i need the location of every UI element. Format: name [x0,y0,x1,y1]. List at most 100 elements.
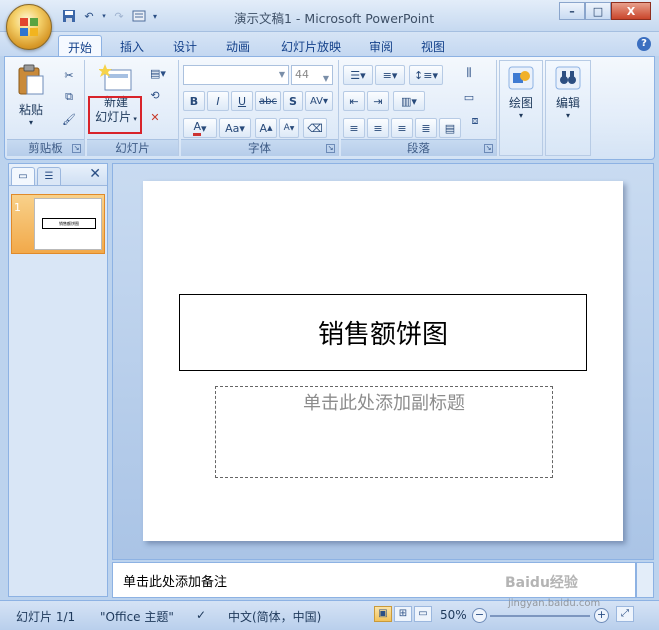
font-size-value: 44 [295,68,309,81]
paste-label: 粘贴 [18,103,43,117]
shrink-font-button[interactable]: A ▼ [279,118,299,138]
slide-sorter-view-icon[interactable]: ⊞ [394,606,412,622]
clear-format-icon[interactable]: ⌫ [303,118,327,138]
numbering-button[interactable]: ≡▾ [375,65,405,85]
paragraph-group: ☰▾ ≡▾ ↕≡▾ ⫼ ⇤ ⇥ ▥▾ ▭ ≡ ≡ ≡ ≣ ▤ ⧈ 段落 ↘ [341,60,497,156]
notes-scrollbar[interactable] [636,562,654,598]
slide-editing-area: 销售额饼图 单击此处添加副标题 [112,163,654,560]
zoom-out-icon[interactable]: − [472,608,487,623]
slide-title-placeholder[interactable]: 销售额饼图 [179,294,587,371]
paste-button[interactable]: 粘贴 ▾ [13,64,49,127]
font-group-label: 字体 [181,139,338,156]
fit-to-window-icon[interactable]: ⤢ [616,606,634,622]
zoom-in-icon[interactable]: + [594,608,609,623]
underline-button[interactable]: U [231,91,253,111]
shadow-button[interactable]: S [283,91,303,111]
clipboard-launcher-icon[interactable]: ↘ [72,144,81,153]
customize-qat-icon[interactable]: ▾ [150,8,160,24]
drawing-group: 绘图 ▾ [499,60,543,156]
editing-button[interactable]: 编辑 ▾ [549,65,587,120]
reset-icon[interactable]: ⟲ [145,86,165,104]
strikethrough-button[interactable]: abc [255,91,281,111]
print-preview-icon[interactable] [130,8,148,24]
distribute-button[interactable]: ▤ [439,118,461,138]
slide-count-status: 幻灯片 1/1 [16,610,76,624]
format-painter-icon[interactable]: 🖌 [59,110,79,128]
line-spacing-button[interactable]: ↕≡▾ [409,65,443,85]
zoom-slider[interactable] [490,615,590,617]
office-logo-icon [20,18,38,36]
paragraph-launcher-icon[interactable]: ↘ [484,144,493,153]
font-size-select[interactable]: 44 ▼ [291,65,333,85]
tab-view[interactable]: 视图 [412,35,454,56]
align-text-icon[interactable]: ▭ [459,88,479,106]
font-color-button[interactable]: A ▾ [183,118,217,138]
office-button[interactable] [6,4,52,50]
title-bar: ↶ ▾ ↷ ▾ 演示文稿1 - Microsoft PowerPoint – □… [0,0,659,32]
bullets-button[interactable]: ☰▾ [343,65,373,85]
copy-icon[interactable]: ⧉ [59,88,79,106]
tab-insert[interactable]: 插入 [111,35,153,56]
tab-slideshow[interactable]: 幻灯片放映 [272,35,350,56]
slides-panel: ▭ ☰ ✕ 销售额饼图 1 [8,163,108,597]
slide-subtitle-placeholder[interactable]: 单击此处添加副标题 [215,386,553,478]
decrease-indent-button[interactable]: ⇤ [343,91,365,111]
font-launcher-icon[interactable]: ↘ [326,144,335,153]
grow-font-button[interactable]: A ▲ [255,118,277,138]
redo-icon[interactable]: ↷ [110,8,128,24]
change-case-button[interactable]: Aa▾ [219,118,251,138]
normal-view-icon[interactable]: ▣ [374,606,392,622]
text-direction-icon[interactable]: ⫼ [459,64,479,82]
cut-icon[interactable]: ✂ [59,66,79,84]
italic-button[interactable]: I [207,91,229,111]
increase-indent-button[interactable]: ⇥ [367,91,389,111]
tab-animation[interactable]: 动画 [217,35,259,56]
tab-home[interactable]: 开始 [58,35,103,56]
bold-button[interactable]: B [183,91,205,111]
justify-button[interactable]: ≣ [415,118,437,138]
align-left-button[interactable]: ≡ [343,118,365,138]
slides-tab-icon[interactable]: ▭ [11,167,35,185]
font-name-dropdown-icon: ▼ [278,70,285,79]
tab-review[interactable]: 审阅 [360,35,402,56]
maximize-button[interactable]: □ [585,2,611,20]
undo-dropdown-icon[interactable]: ▾ [100,8,108,24]
font-name-select[interactable]: ▼ [183,65,289,85]
font-group: ▼ 44 ▼ B I U abc S AV▾ A ▾ Aa▾ A ▲ A ▼ ⌫ 字体… [181,60,339,156]
delete-slide-icon[interactable]: ✕ [145,108,165,126]
undo-icon[interactable]: ↶ [80,8,98,24]
slideshow-view-icon[interactable]: ▭ [414,606,432,622]
minimize-button[interactable]: – [559,2,585,20]
help-icon[interactable]: ? [637,37,651,51]
align-center-button[interactable]: ≡ [367,118,389,138]
window-title: 演示文稿1 - Microsoft PowerPoint [234,11,435,26]
save-icon[interactable] [60,8,78,24]
drawing-label: 绘图 [508,96,533,110]
editing-label: 编辑 [555,96,580,110]
outline-tab-icon[interactable]: ☰ [37,167,61,185]
slide-thumbnail-selected[interactable]: 销售额饼图 [11,194,105,254]
new-slide-highlight-box [88,96,142,134]
tab-design[interactable]: 设计 [164,35,206,56]
smartart-icon[interactable]: ⧈ [465,112,485,130]
zoom-level[interactable]: 50% [440,608,467,622]
quick-access-toolbar: ↶ ▾ ↷ ▾ [60,8,160,24]
slide-canvas[interactable]: 销售额饼图 单击此处添加副标题 [143,181,623,541]
slide-number: 1 [14,201,21,214]
drawing-button[interactable]: 绘图 ▾ [502,65,540,120]
columns-button[interactable]: ▥▾ [393,91,425,111]
editing-group: 编辑 ▾ [545,60,591,156]
watermark-url: jingyan.baidu.com [508,598,601,609]
layout-icon[interactable]: ▤▾ [145,64,171,82]
align-right-button[interactable]: ≡ [391,118,413,138]
spellcheck-icon[interactable]: ✓ [196,608,206,622]
thumbnail-title: 销售额饼图 [42,218,96,229]
new-slide-icon [98,64,132,91]
drawing-dropdown-icon: ▾ [518,111,523,120]
char-spacing-button[interactable]: AV▾ [305,91,333,111]
slides-group-label: 幻灯片 [87,139,178,156]
close-button[interactable]: X [611,2,651,20]
panel-close-icon[interactable]: ✕ [89,166,101,182]
slide-thumbnail[interactable]: 销售额饼图 [34,198,102,250]
drawing-icon [508,66,534,90]
